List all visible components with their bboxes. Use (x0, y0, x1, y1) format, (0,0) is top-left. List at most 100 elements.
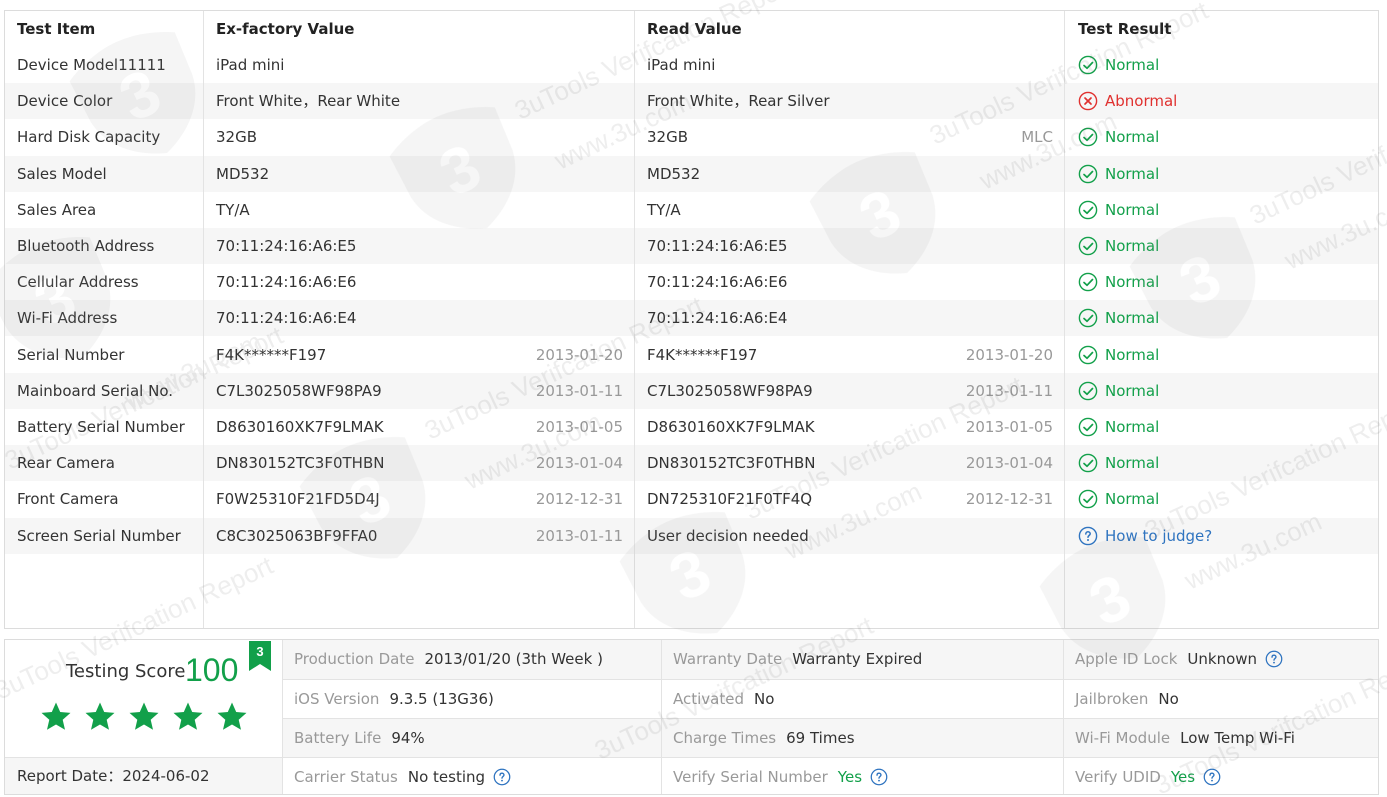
table-row: Rear Camera DN830152TC3F0THBN 2013-01-04 DN… (5, 445, 1378, 482)
read-value-extra: 2013-01-05 (965, 418, 1053, 436)
ex-factory-date (515, 83, 623, 119)
read-value: Front White，Rear Silver (647, 92, 830, 111)
read-value: 70:11:24:16:A6:E5 (647, 237, 788, 255)
test-result: Normal (1078, 119, 1159, 155)
test-item-label: Device Color (17, 92, 113, 111)
read-value-extra (945, 228, 1053, 264)
read-value: D8630160XK7F9LMAK (647, 418, 815, 436)
column-divider (661, 640, 662, 794)
ex-factory-date: 2013-01-11 (535, 381, 623, 400)
ex-factory-date: 2013-01-05 (535, 418, 623, 436)
info-value: Low Temp Wi-Fi (1180, 729, 1295, 747)
table-row: Battery Serial Number D8630160XK7F9LMAK 20… (5, 409, 1378, 445)
header-read-value: Read Value (647, 20, 742, 38)
check-circle-icon (1078, 272, 1098, 292)
read-value-extra (945, 264, 1053, 300)
help-icon[interactable] (1203, 768, 1221, 786)
check-circle-icon (1078, 164, 1098, 184)
info-value: No (754, 690, 775, 708)
info-value: 69 Times (786, 729, 855, 747)
help-icon[interactable] (493, 768, 511, 786)
star-icon (173, 702, 203, 730)
test-result-label: How to judge? (1105, 526, 1213, 545)
test-item-label: Mainboard Serial No. (17, 381, 174, 400)
test-item-label: Hard Disk Capacity (17, 128, 161, 147)
info-label: Warranty Date (673, 650, 783, 668)
test-result: Normal (1078, 192, 1159, 228)
info-value: No (1158, 690, 1179, 708)
table-row: Sales Area TY/A TY/A Normal (5, 192, 1378, 228)
table-row: Hard Disk Capacity 32GB 32GB MLC Normal (5, 119, 1378, 155)
read-value-extra (945, 518, 1053, 554)
info-item: Carrier Status No testing (294, 758, 511, 794)
star-icon (129, 702, 159, 730)
info-value: Unknown (1187, 650, 1258, 668)
read-value-extra: 2013-01-04 (965, 454, 1053, 473)
read-value: 70:11:24:16:A6:E6 (647, 273, 788, 292)
read-value: DN725310F21F0TF4Q (647, 490, 813, 509)
info-row: iOS Version 9.3.5 (13G36) Activated No Jailb… (283, 679, 1378, 718)
test-result: Normal (1078, 445, 1159, 481)
info-item: Apple ID Lock Unknown (1075, 640, 1283, 678)
help-icon[interactable] (1265, 650, 1283, 668)
report-date: Report Date：2024-06-02 (5, 757, 283, 794)
test-result-label: Normal (1105, 128, 1160, 147)
test-item-label: Sales Area (17, 200, 97, 219)
info-row: Production Date 2013/01/20 (3th Week ) War… (283, 640, 1378, 679)
test-result-label: Normal (1105, 418, 1160, 436)
table-header: Test Item Ex-factory Value Read Value Te… (5, 11, 1378, 47)
info-label: Verify Serial Number (673, 768, 828, 786)
ex-factory-date: 2013-01-04 (535, 454, 623, 473)
info-label: Verify UDID (1075, 768, 1161, 786)
info-label: Activated (673, 690, 744, 708)
table-row: Wi-Fi Address 70:11:24:16:A6:E4 70:11:24:1… (5, 300, 1378, 337)
read-value-extra: 2012-12-31 (965, 490, 1053, 509)
check-circle-icon (1078, 127, 1098, 147)
test-result: Normal (1078, 47, 1159, 83)
ex-factory-value: F4K******F197 (216, 345, 327, 364)
test-result: Normal (1078, 481, 1159, 517)
test-item-label: Rear Camera (17, 454, 115, 473)
table-row: Bluetooth Address 70:11:24:16:A6:E5 70:11:… (5, 228, 1378, 264)
test-item-label: Sales Model (17, 164, 107, 183)
test-result-label: Normal (1105, 237, 1160, 255)
test-result: Normal (1078, 156, 1159, 192)
ex-factory-date (515, 192, 623, 228)
header-test-item: Test Item (17, 20, 96, 38)
check-circle-icon (1078, 489, 1098, 509)
header-ex-factory-value: Ex-factory Value (216, 20, 355, 38)
test-item-label: Battery Serial Number (17, 418, 185, 436)
info-label: Jailbroken (1075, 690, 1149, 708)
check-circle-icon (1078, 200, 1098, 220)
read-value-extra (945, 192, 1053, 228)
info-item: Production Date 2013/01/20 (3th Week ) (294, 640, 603, 678)
ex-factory-value: 70:11:24:16:A6:E4 (216, 309, 357, 328)
ex-factory-date (515, 300, 623, 336)
info-value: 94% (391, 729, 425, 747)
ex-factory-date (515, 228, 623, 264)
info-item: Charge Times 69 Times (673, 719, 855, 757)
ex-factory-value: Front White，Rear White (216, 92, 401, 111)
test-result-label: Normal (1105, 200, 1160, 219)
ex-factory-value: D8630160XK7F9LMAK (216, 418, 384, 436)
info-label: Carrier Status (294, 768, 398, 786)
test-result-label: Normal (1105, 454, 1160, 473)
read-value: iPad mini (647, 56, 716, 74)
star-icon (41, 702, 71, 730)
test-result[interactable]: How to judge? (1078, 518, 1212, 554)
ex-factory-value: F0W25310F21FD5D4J (216, 490, 380, 509)
read-value-extra (945, 300, 1053, 336)
ex-factory-date (515, 156, 623, 192)
read-value-extra: 2013-01-20 (965, 345, 1053, 364)
ex-factory-date: 2012-12-31 (535, 490, 623, 509)
ex-factory-value: C7L3025058WF98PA9 (216, 381, 382, 400)
test-result-label: Abnormal (1105, 92, 1178, 111)
check-circle-icon (1078, 236, 1098, 256)
test-result-label: Normal (1105, 490, 1160, 509)
help-icon[interactable] (870, 768, 888, 786)
ribbon-badge-icon: 3 (249, 641, 271, 671)
test-result: Normal (1078, 337, 1159, 373)
read-value-extra (945, 47, 1053, 83)
read-value: 70:11:24:16:A6:E4 (647, 309, 788, 328)
test-result: Normal (1078, 409, 1159, 445)
